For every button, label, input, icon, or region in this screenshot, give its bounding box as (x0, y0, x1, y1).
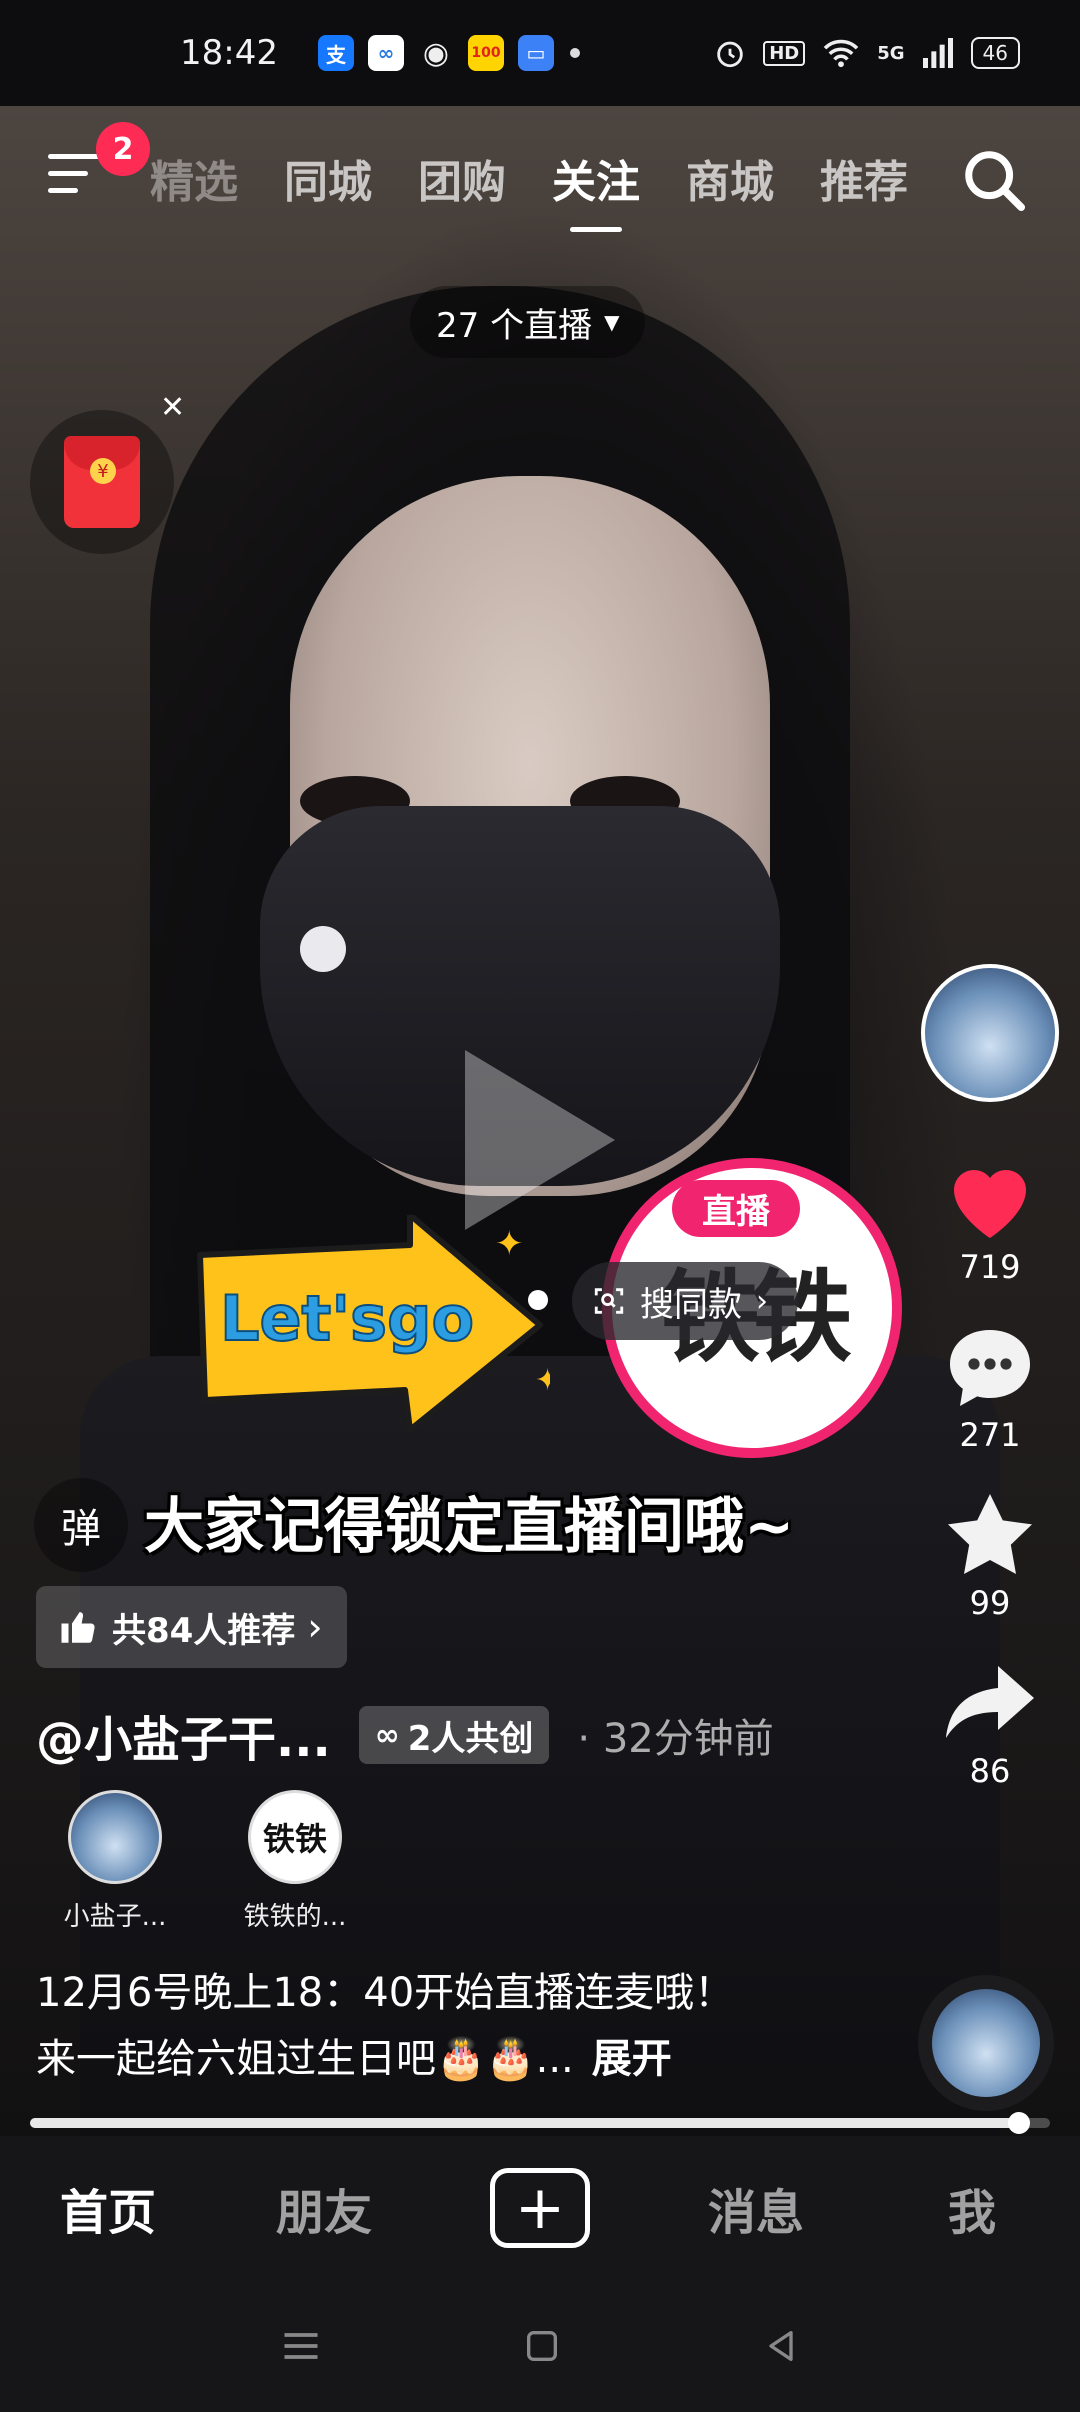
thumbs-up-icon (61, 1611, 95, 1643)
recommend-label: 共84人推荐 (112, 1610, 296, 1651)
cocreate-badge[interactable]: ∞ 2人共创 (358, 1706, 550, 1764)
action-rail: 719 271 99 86 (920, 964, 1060, 1790)
alipay-icon: 支 (317, 35, 354, 71)
nav-me[interactable]: 我 (864, 2173, 1080, 2243)
like-count: 719 (959, 1248, 1021, 1286)
nav-friends[interactable]: 朋友 (216, 2173, 432, 2243)
comment-button[interactable]: 271 (942, 1322, 1038, 1454)
video-description: 12月6号晚上18：40开始直播连麦哦！ 来一起给六姐过生日吧🎂🎂... 展开 (36, 1960, 734, 2092)
network-label: 5G (877, 42, 905, 64)
sparkle-icon-small: ✦ (535, 1363, 550, 1398)
author-avatar[interactable] (921, 964, 1059, 1102)
notification-dot-icon (569, 48, 580, 58)
wifi-icon (823, 39, 859, 68)
live-count-label: 27 个直播 (436, 305, 593, 346)
recommend-chip[interactable]: 共84人推荐 › (36, 1586, 347, 1668)
top-tabs: 精选 同城 团购 关注 商城 推荐 (150, 146, 908, 232)
creator-name: 小盐子... (63, 1902, 167, 1932)
link-app-icon: ∞ (367, 35, 404, 71)
mask-paw-print (300, 926, 346, 972)
create-plus-button[interactable]: + (490, 2168, 590, 2248)
caret-down-icon: ▼ (604, 310, 620, 334)
system-navigation-bar (0, 2280, 1080, 2412)
menu-notification-badge: 2 (96, 122, 150, 176)
nav-home[interactable]: 首页 (0, 2173, 216, 2243)
danmu-caption: 大家记得锁定直播间哦~ (144, 1492, 795, 1562)
link-icon: ∞ (374, 1717, 400, 1753)
share-button[interactable]: 86 (942, 1658, 1038, 1790)
tab-following[interactable]: 关注 (552, 146, 640, 232)
nav-messages[interactable]: 消息 (648, 2173, 864, 2243)
app-blue-icon: ▭ (517, 35, 554, 71)
sparkle-icon: ✦ (495, 1224, 524, 1264)
back-triangle-icon[interactable] (761, 2326, 801, 2366)
battery-icon: 46 (970, 37, 1020, 69)
like-button[interactable]: 719 (942, 1154, 1038, 1286)
comment-icon (950, 1330, 1030, 1406)
letsgo-arrow-sticker: Let'sgo ✦ ✦ (197, 1215, 550, 1433)
menu-icon[interactable] (48, 154, 104, 198)
signal-icon (922, 38, 953, 68)
live-tag: 直播 (672, 1180, 800, 1237)
progress-fill (30, 2118, 1020, 2128)
status-time: 18:42 (180, 33, 278, 73)
home-square-icon[interactable] (522, 2326, 562, 2366)
letsgo-text: Let'sgo (220, 1282, 474, 1355)
tab-recommend[interactable]: 推荐 (820, 146, 908, 210)
bottom-navigation: 首页 朋友 + 消息 我 (0, 2136, 1080, 2280)
red-packet-icon (64, 436, 140, 528)
author-name[interactable]: @小盐子干... (36, 1700, 331, 1770)
share-count: 86 (969, 1752, 1011, 1790)
status-right: HD 5G 46 (713, 36, 1020, 70)
music-disc-icon[interactable] (918, 1975, 1054, 2111)
tab-mall[interactable]: 商城 (686, 146, 774, 210)
tab-group-buy[interactable]: 团购 (418, 146, 506, 210)
alarm-icon (717, 41, 743, 68)
co-creators: 小盐子... 铁铁 铁铁的... (40, 1790, 370, 1933)
chevron-right-icon: › (756, 1283, 768, 1319)
top-navigation: 2 精选 同城 团购 关注 商城 推荐 (0, 106, 1080, 246)
status-app-icons: 支 ∞ ◉ 100 ▭ (317, 35, 554, 71)
expand-button[interactable]: 展开 (592, 2036, 672, 2082)
status-bar: 18:42 支 ∞ ◉ 100 ▭ HD 5G 46 (0, 0, 1080, 106)
red-packet-button[interactable] (30, 410, 174, 554)
author-line: @小盐子干... ∞ 2人共创 · 32分钟前 (36, 1700, 774, 1770)
share-arrow-icon (946, 1666, 1034, 1738)
scan-search-icon (594, 1288, 624, 1314)
creator-avatar: 铁铁 (248, 1790, 342, 1884)
battery-level: 46 (982, 41, 1008, 65)
creator-item[interactable]: 铁铁 铁铁的... (220, 1790, 370, 1933)
favorite-count: 99 (969, 1584, 1011, 1622)
cocreate-label: 2人共创 (407, 1718, 534, 1759)
search-same-label: 搜同款 (640, 1284, 742, 1325)
favorite-button[interactable]: 99 (942, 1490, 1038, 1622)
search-icon[interactable] (960, 146, 1030, 216)
play-icon[interactable] (465, 1050, 615, 1230)
tab-nearby[interactable]: 同城 (284, 146, 372, 210)
app-100-icon: 100 (467, 35, 504, 71)
description-line-2: 来一起给六姐过生日吧🎂🎂... 展开 (36, 2036, 672, 2082)
chevron-right-icon: › (307, 1605, 323, 1649)
tab-featured[interactable]: 精选 (150, 146, 238, 210)
heart-icon (954, 1170, 1026, 1238)
star-icon (948, 1494, 1032, 1574)
live-count-dropdown[interactable]: 27 个直播 ▼ (410, 286, 646, 358)
search-same-button[interactable]: 搜同款 › (572, 1262, 798, 1340)
creator-name: 铁铁的... (243, 1902, 347, 1932)
description-line-1: 12月6号晚上18：40开始直播连麦哦！ (36, 1970, 735, 2016)
video-progress-bar[interactable] (30, 2112, 1050, 2134)
connector-dot (528, 1290, 548, 1310)
hd-icon: HD (763, 40, 806, 66)
close-red-packet-icon[interactable]: ✕ (160, 390, 185, 425)
comment-count: 271 (959, 1416, 1021, 1454)
recents-icon[interactable] (279, 2326, 323, 2366)
creator-item[interactable]: 小盐子... (40, 1790, 190, 1933)
creator-avatar (68, 1790, 162, 1884)
danmu-toggle-button[interactable]: 弹 (34, 1478, 128, 1572)
post-time: · 32分钟前 (577, 1716, 774, 1762)
wechat-icon: ◉ (422, 35, 450, 71)
